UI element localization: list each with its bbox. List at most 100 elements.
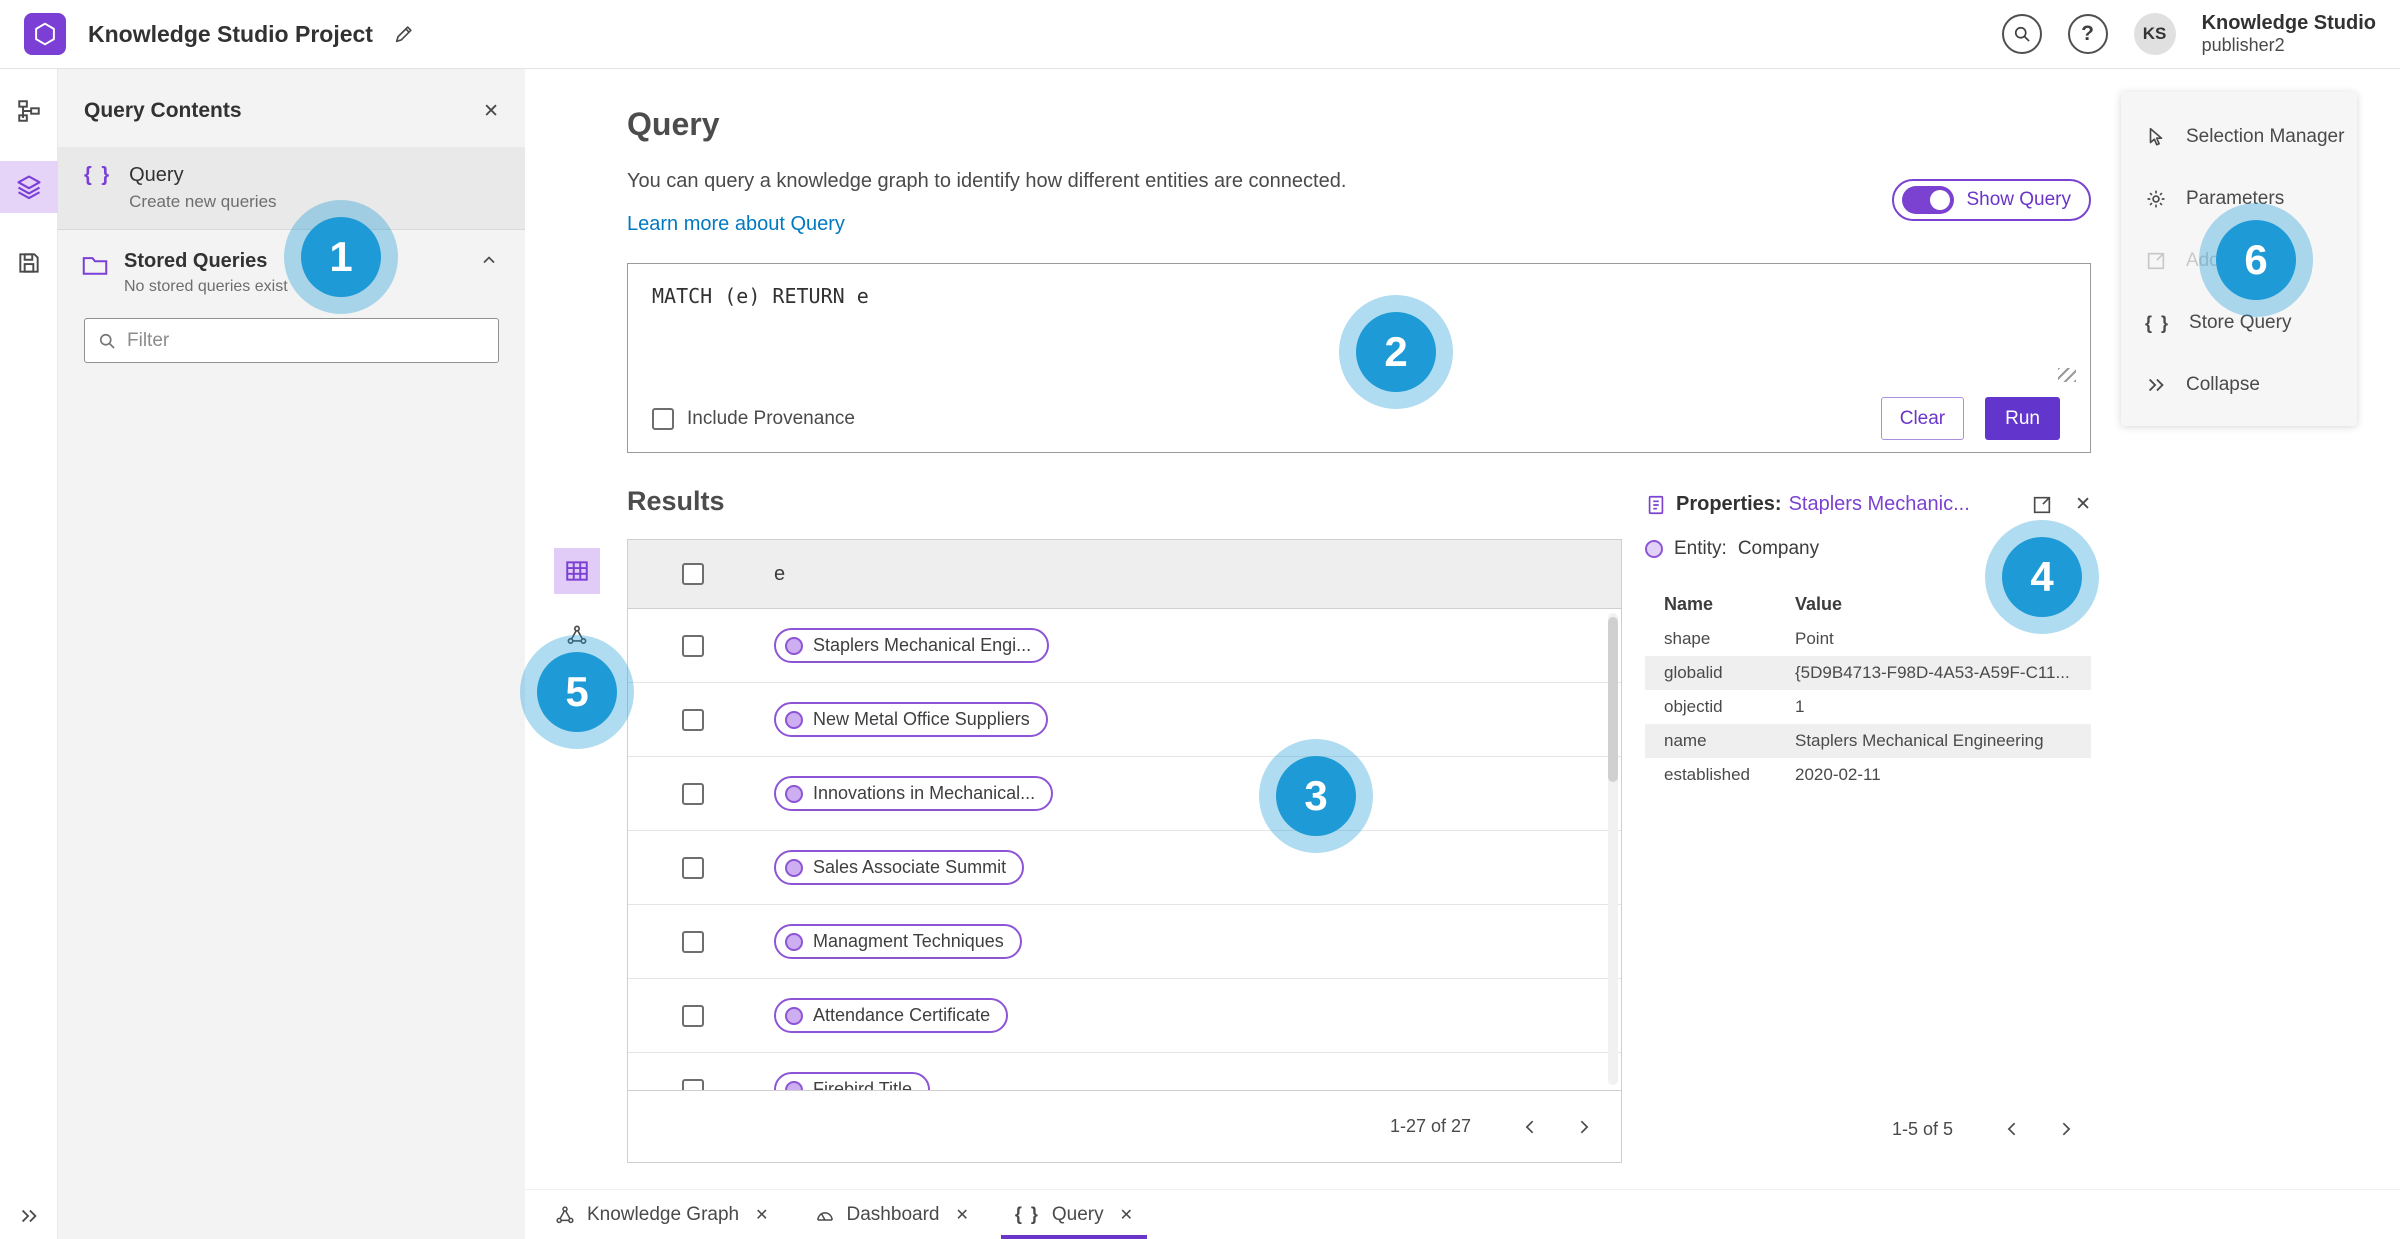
scrollbar-thumb[interactable] — [1608, 617, 1618, 782]
app-window: Knowledge Studio Project ? KS Knowledge … — [0, 0, 2400, 1239]
left-icon-rail — [0, 69, 58, 1239]
entity-dot-icon — [785, 784, 803, 803]
tab-query[interactable]: { } Query ✕ — [1000, 1190, 1148, 1239]
stored-queries-section[interactable]: Stored Queries No stored queries exist — [58, 230, 525, 304]
tree-icon — [17, 100, 40, 122]
entity-chip[interactable]: Firebird Title — [774, 1072, 931, 1090]
chevron-up-icon[interactable] — [479, 250, 499, 270]
resize-grip-icon[interactable] — [2058, 368, 2076, 382]
chevron-right-icon — [2062, 1122, 2071, 1136]
stored-queries-label: Stored Queries — [124, 250, 268, 272]
open-in-new-icon[interactable] — [2031, 494, 2053, 516]
row-checkbox[interactable] — [682, 708, 704, 731]
include-provenance-checkbox[interactable] — [652, 407, 674, 430]
results-heading: Results — [627, 486, 725, 516]
layers-button[interactable] — [0, 161, 58, 213]
gear-icon — [2145, 188, 2167, 210]
table-view-button[interactable] — [554, 548, 600, 594]
filter-input[interactable] — [127, 329, 486, 352]
row-checkbox[interactable] — [682, 1004, 704, 1027]
layers-icon — [16, 175, 41, 200]
entity-chip[interactable]: Staplers Mechanical Engi... — [774, 628, 1050, 663]
entity-dot-icon — [785, 636, 803, 655]
save-button[interactable] — [0, 239, 58, 287]
close-tab-icon[interactable]: ✕ — [755, 1205, 768, 1225]
entity-chip[interactable]: Managment Techniques — [774, 924, 1022, 959]
entity-dot-icon — [785, 932, 803, 951]
parameters-button[interactable]: Parameters — [2121, 168, 2357, 230]
table-row: Firebird Title — [628, 1053, 1621, 1090]
panel-title: Query Contents — [84, 99, 242, 122]
row-checkbox[interactable] — [682, 1078, 704, 1090]
run-button[interactable]: Run — [1985, 397, 2060, 440]
query-item-label: Query — [129, 164, 184, 186]
chevron-left-icon — [1525, 1120, 1534, 1133]
properties-table: Name Value shape Point globalid {5D9B471… — [1645, 586, 2091, 792]
row-checkbox[interactable] — [682, 634, 704, 657]
table-icon — [566, 561, 588, 581]
pagination-text: 1-5 of 5 — [1891, 1118, 1953, 1139]
search-button[interactable] — [2001, 14, 2042, 54]
app-logo-icon[interactable] — [24, 13, 66, 55]
selected-entity-link[interactable]: Staplers Mechanic... — [1789, 493, 1970, 516]
callout-badge-6: 6 — [2216, 220, 2296, 300]
entity-dot-icon — [1645, 540, 1663, 558]
table-row: Managment Techniques — [628, 905, 1621, 979]
filter-box — [84, 318, 499, 363]
results-view-switcher — [554, 548, 600, 658]
contents-tree-button[interactable] — [0, 87, 58, 135]
property-row: established 2020-02-11 — [1664, 765, 1881, 784]
select-all-checkbox[interactable] — [682, 563, 704, 585]
entity-chip[interactable]: Attendance Certificate — [774, 998, 1009, 1033]
collapse-menu-button[interactable]: Collapse — [2121, 354, 2357, 416]
query-text-input[interactable]: MATCH (e) RETURN e — [628, 264, 2090, 328]
next-page-button[interactable] — [1563, 1107, 1603, 1147]
close-tab-icon[interactable]: ✕ — [955, 1205, 968, 1225]
dashboard-icon — [816, 1211, 833, 1221]
learn-more-link[interactable]: Learn more about Query — [627, 213, 845, 236]
table-header-row: e — [628, 540, 1621, 609]
show-query-toggle[interactable]: Show Query — [1892, 179, 2091, 221]
close-properties-icon[interactable]: ✕ — [2075, 493, 2091, 516]
next-page-button[interactable] — [2045, 1109, 2085, 1149]
properties-pagination: 1-5 of 5 — [1892, 1109, 2085, 1149]
expand-panel-button[interactable] — [18, 1205, 40, 1227]
show-query-label: Show Query — [1966, 189, 2071, 210]
entity-chip[interactable]: New Metal Office Suppliers — [774, 702, 1048, 737]
callout-badge-1: 1 — [301, 217, 381, 297]
user-info: Knowledge Studio publisher2 — [2202, 12, 2376, 56]
table-body: Staplers Mechanical Engi... New Metal Of… — [628, 609, 1621, 1090]
double-chevron-right-icon — [2145, 374, 2167, 396]
help-button[interactable]: ? — [2067, 14, 2108, 54]
selection-manager-button[interactable]: Selection Manager — [2121, 106, 2357, 168]
row-checkbox[interactable] — [682, 930, 704, 953]
previous-page-button[interactable] — [1511, 1107, 1551, 1147]
close-tab-icon[interactable]: ✕ — [1120, 1205, 1133, 1225]
store-query-button[interactable]: { } Store Query — [2121, 292, 2357, 354]
table-row: Attendance Certificate — [628, 979, 1621, 1053]
braces-icon: { } — [84, 164, 112, 186]
row-checkbox[interactable] — [682, 856, 704, 879]
entity-value: Company — [1737, 538, 1820, 559]
tab-knowledge-graph[interactable]: Knowledge Graph ✕ — [555, 1190, 769, 1239]
close-panel-icon[interactable]: ✕ — [483, 100, 499, 123]
property-row: globalid {5D9B4713-F98D-4A53-A59F-C11... — [1645, 656, 2091, 690]
property-row: name Staplers Mechanical Engineering — [1645, 724, 2091, 758]
query-list-item[interactable]: { } Query Create new queries — [58, 147, 525, 229]
pagination-text: 1-27 of 27 — [1389, 1116, 1471, 1136]
query-contents-panel: Query Contents ✕ { } Query Create new qu… — [58, 69, 525, 1239]
knowledge-graph-icon — [556, 1205, 574, 1223]
user-role: publisher2 — [2201, 35, 2285, 56]
search-icon — [99, 333, 115, 349]
row-checkbox[interactable] — [682, 782, 704, 805]
previous-page-button[interactable] — [1993, 1109, 2033, 1149]
entity-chip[interactable]: Sales Associate Summit — [774, 850, 1025, 885]
clear-button[interactable]: Clear — [1880, 397, 1965, 440]
query-heading: Query — [627, 106, 720, 142]
avatar[interactable]: KS — [2133, 13, 2176, 55]
stored-queries-sublabel: No stored queries exist — [124, 278, 288, 295]
tab-dashboard[interactable]: Dashboard ✕ — [815, 1190, 969, 1239]
callout-badge-3: 3 — [1276, 756, 1356, 836]
edit-title-icon[interactable] — [393, 23, 415, 45]
entity-chip[interactable]: Innovations in Mechanical... — [774, 776, 1054, 811]
